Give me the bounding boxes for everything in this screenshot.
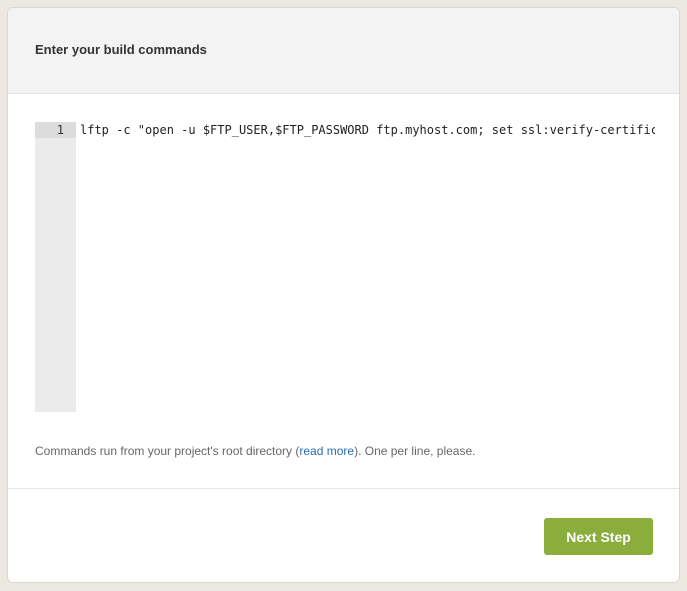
read-more-link[interactable]: read more [299,444,354,458]
build-commands-card: Enter your build commands 1 lftp -c "ope… [7,7,680,583]
help-text-before: Commands run from your project's root di… [35,444,300,458]
next-step-button[interactable]: Next Step [544,518,653,555]
active-line-gutter: 1 [35,122,76,138]
line-number-gutter: 1 [35,122,76,412]
card-title: Enter your build commands [35,42,207,57]
build-commands-editor[interactable]: 1 lftp -c "open -u $FTP_USER,$FTP_PASSWO… [35,122,655,412]
code-line[interactable]: lftp -c "open -u $FTP_USER,$FTP_PASSWORD… [80,123,655,137]
help-text: Commands run from your project's root di… [35,444,475,458]
card-header: Enter your build commands [8,8,679,94]
line-number: 1 [56,123,64,137]
help-text-after: ). One per line, please. [354,444,476,458]
